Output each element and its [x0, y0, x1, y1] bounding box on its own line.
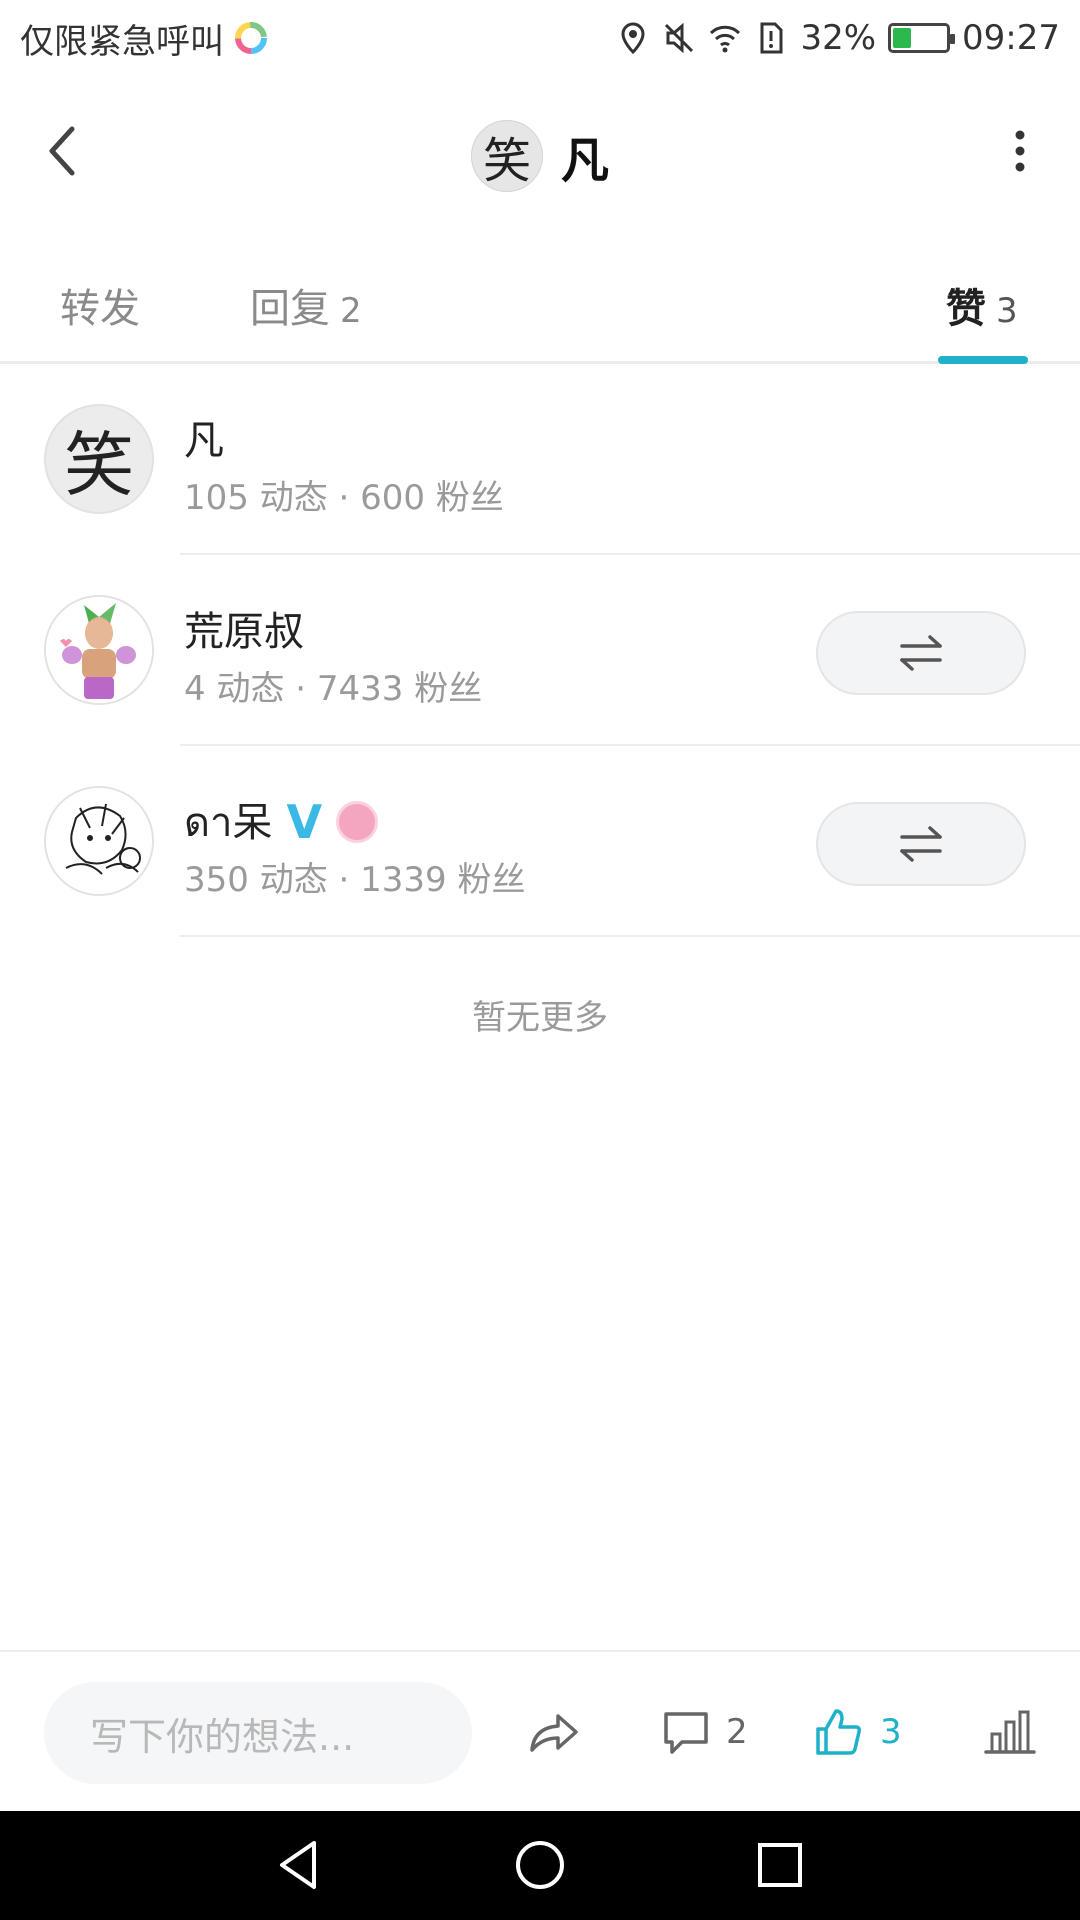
user-stats: 105 动态 · 600 粉丝 [184, 478, 504, 518]
page-title: 凡 [560, 133, 609, 189]
list-end-message: 暂无更多 [472, 998, 608, 1038]
app-notification-icon [235, 22, 267, 54]
battery-icon [888, 23, 956, 53]
comment-icon [664, 1712, 708, 1754]
bottom-action-bar: 写下你的想法... 2 3 [0, 1650, 1080, 1811]
bar-chart-icon [984, 1710, 1036, 1754]
wifi-icon [710, 25, 741, 53]
active-tab-indicator [938, 356, 1028, 364]
location-icon [621, 22, 645, 55]
status-bar: 仅限紧急呼叫 32% 09:27 [0, 0, 1080, 76]
verified-badge: V [286, 795, 323, 849]
carrier-text: 仅限紧急呼叫 [20, 21, 224, 62]
tab-label: 回复 [250, 286, 330, 332]
header-avatar[interactable]: 笑 [470, 120, 543, 192]
mute-icon [665, 22, 694, 54]
nav-recents-icon[interactable] [750, 1835, 810, 1895]
tab-label: 转发 [60, 286, 140, 332]
sim-alert-icon [760, 22, 783, 54]
thumbs-up-icon [816, 1709, 861, 1755]
swap-arrows-icon [900, 635, 942, 671]
tab-label: 赞 [946, 286, 986, 332]
comment-button[interactable]: 2 [660, 1692, 748, 1772]
nav-back-icon[interactable] [270, 1835, 330, 1895]
share-button[interactable] [524, 1692, 584, 1772]
user-name-text: 荒原叔 [184, 609, 304, 655]
tab-count: 3 [996, 291, 1018, 331]
list-item[interactable]: ดา呆 V 350 动态 · 1339 粉丝 [0, 746, 1080, 937]
user-name[interactable]: ดา呆 V [184, 790, 379, 854]
nav-home-icon[interactable] [510, 1835, 570, 1895]
share-icon [530, 1714, 578, 1752]
medal-badge-icon [336, 801, 379, 843]
follow-toggle-button[interactable] [816, 611, 1026, 695]
battery-percent: 32% [800, 18, 877, 58]
input-placeholder: 写下你的想法... [90, 1714, 355, 1759]
follow-toggle-button[interactable] [816, 802, 1026, 886]
comment-input[interactable]: 写下你的想法... [44, 1682, 472, 1784]
tab-replies[interactable]: 回复 2 [250, 276, 362, 334]
user-stats: 350 动态 · 1339 粉丝 [184, 860, 526, 900]
tab-count: 2 [340, 291, 362, 331]
like-button[interactable]: 3 [812, 1692, 902, 1772]
like-count: 3 [880, 1712, 902, 1752]
user-name-text: ดา呆 [184, 800, 273, 846]
avatar[interactable] [44, 595, 154, 705]
stats-button[interactable] [984, 1692, 1036, 1772]
user-stats: 4 动态 · 7433 粉丝 [184, 669, 483, 709]
list-item[interactable]: 荒原叔 4 动态 · 7433 粉丝 [0, 555, 1080, 746]
avatar[interactable] [44, 786, 154, 896]
avatar-illustration-icon [46, 597, 152, 703]
more-icon[interactable] [1000, 121, 1040, 181]
list-item[interactable]: 笑 凡 105 动态 · 600 粉丝 [0, 364, 1080, 555]
user-name[interactable]: 荒原叔 [184, 599, 304, 657]
user-name[interactable]: 凡 [184, 408, 224, 466]
divider [180, 935, 1080, 937]
system-nav-bar [0, 1811, 1080, 1920]
avatar-char: 笑 [64, 423, 134, 506]
user-name-text: 凡 [184, 418, 224, 464]
comment-count: 2 [726, 1712, 748, 1752]
liked-users-list: 笑 凡 105 动态 · 600 粉丝 荒原叔 4 动态 · 7433 粉丝 ด… [0, 364, 1080, 937]
header: 笑 凡 [0, 76, 1080, 236]
tab-reposts[interactable]: 转发 [60, 276, 150, 334]
avatar[interactable]: 笑 [44, 404, 154, 514]
avatar-sketch-icon [46, 788, 152, 894]
tab-likes[interactable]: 赞 3 [946, 276, 1018, 334]
tab-bar: 转发 回复 2 赞 3 [0, 236, 1080, 364]
clock: 09:27 [962, 18, 1060, 58]
swap-arrows-icon [900, 826, 942, 862]
